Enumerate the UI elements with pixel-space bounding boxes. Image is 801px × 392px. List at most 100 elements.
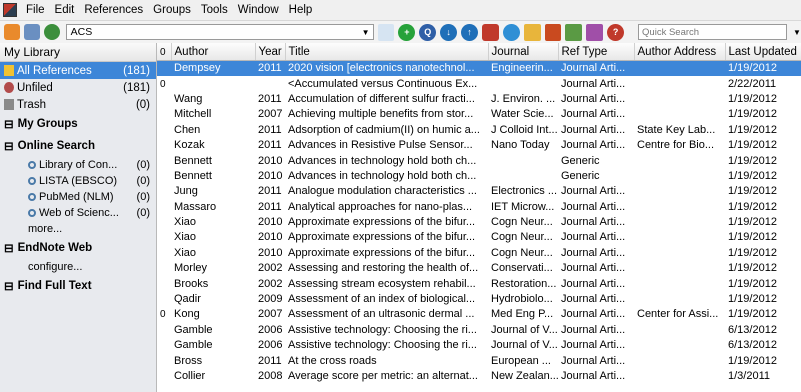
online-search-header[interactable]: ⊟ Online Search xyxy=(0,135,156,157)
table-row[interactable]: 0 <Accumulated versus Continuous Ex... Jou… xyxy=(157,76,801,91)
menu-tools[interactable]: Tools xyxy=(196,4,233,16)
col-year-header[interactable]: Year xyxy=(255,43,286,61)
sidebar-item-all-references[interactable]: All References (181) xyxy=(0,62,156,79)
menu-help[interactable]: Help xyxy=(284,4,318,16)
sync-icon[interactable] xyxy=(481,23,499,41)
online-search-item[interactable]: LISTA (EBSCO) (0) xyxy=(0,173,156,189)
updated-cell: 1/19/2012 xyxy=(728,185,777,198)
journal-cell xyxy=(488,153,558,168)
updated-cell: 1/19/2012 xyxy=(728,92,777,105)
online-search-icon[interactable]: Q xyxy=(419,23,437,41)
attachment-cell: 0 xyxy=(160,309,166,321)
menu-edit[interactable]: Edit xyxy=(50,4,80,16)
library-style-select[interactable]: ACS ▼ xyxy=(65,24,374,40)
table-row[interactable]: Brooks 2002 Assessing stream ecosystem reh… xyxy=(157,276,801,291)
menu-file[interactable]: File xyxy=(21,4,50,16)
find-full-text-icon[interactable]: ↓ xyxy=(440,23,458,41)
menu-groups[interactable]: Groups xyxy=(148,4,196,16)
endnote-app-icon[interactable] xyxy=(3,3,17,17)
updated-cell: 1/19/2012 xyxy=(728,169,777,182)
table-row[interactable]: Bennett 2010 Advances in technology hold b… xyxy=(157,169,801,184)
copy-to-library-icon[interactable] xyxy=(377,23,395,41)
table-row[interactable]: Qadir 2009 Assessment of an index of biolo… xyxy=(157,292,801,307)
table-row[interactable]: Gamble 2006 Assistive technology: Choosing… xyxy=(157,338,801,353)
year-cell: 2011 xyxy=(258,123,282,136)
menu-window[interactable]: Window xyxy=(233,4,284,16)
new-reference-icon[interactable]: + xyxy=(398,23,416,41)
author-cell: Bennett xyxy=(174,169,212,182)
table-row[interactable]: Gamble 2006 Assistive technology: Choosing… xyxy=(157,323,801,338)
year-cell: 2007 xyxy=(258,308,283,321)
format-paper-icon[interactable] xyxy=(586,23,604,41)
journal-cell: IET Microw... xyxy=(491,200,555,213)
online-search-more-link[interactable]: more... xyxy=(0,221,156,237)
endnote-web-header[interactable]: ⊟ EndNote Web xyxy=(0,237,156,259)
table-row[interactable]: Kozak 2011 Advances in Resistive Pulse Sen… xyxy=(157,138,801,153)
table-row[interactable]: Bennett 2010 Advances in technology hold b… xyxy=(157,153,801,168)
table-row[interactable]: Bross 2011 At the cross roads European ... J… xyxy=(157,353,801,368)
open-folder-icon[interactable] xyxy=(523,23,541,41)
local-library-mode-icon[interactable] xyxy=(23,24,40,40)
table-row[interactable]: Mitchell 2007 Achieving multiple benefits … xyxy=(157,107,801,122)
online-search-mode-icon[interactable] xyxy=(4,24,20,40)
attachment-cell xyxy=(157,200,171,215)
author-cell: Gamble xyxy=(174,323,213,336)
col-reftype-header[interactable]: Ref Type xyxy=(558,43,635,61)
online-search-item[interactable]: PubMed (NLM) (0) xyxy=(0,189,156,205)
col-title-header[interactable]: Title xyxy=(285,43,489,61)
table-row[interactable]: Xiao 2010 Approximate expressions of the b… xyxy=(157,230,801,245)
online-search-item[interactable]: Web of Scienc... (0) xyxy=(0,205,156,221)
author-cell: Brooks xyxy=(174,277,209,290)
sidebar-item-unfiled[interactable]: Unfiled (181) xyxy=(0,79,156,96)
open-link-icon[interactable]: ↑ xyxy=(461,23,478,41)
globe-icon[interactable] xyxy=(502,23,520,41)
table-row[interactable]: Wang 2011 Accumulation of different sulfur… xyxy=(157,92,801,107)
col-address-header[interactable]: Author Address xyxy=(634,43,726,61)
find-full-text-header[interactable]: ⊟ Find Full Text xyxy=(0,275,156,297)
online-search-item[interactable]: Library of Con... (0) xyxy=(0,157,156,173)
journal-cell xyxy=(488,76,558,91)
collapse-icon[interactable]: ⊟ xyxy=(4,241,14,255)
collapse-icon[interactable]: ⊟ xyxy=(4,139,14,153)
attachment-cell xyxy=(157,230,171,245)
attachment-cell xyxy=(157,261,171,276)
attachment-cell xyxy=(157,60,171,77)
table-row[interactable]: Morley 2002 Assessing and restoring the he… xyxy=(157,261,801,276)
title-cell: 2020 vision [electronics nanotechnol... xyxy=(285,60,488,77)
chevron-down-icon[interactable]: ▼ xyxy=(359,28,373,37)
format-bibliography-icon[interactable] xyxy=(565,23,583,41)
my-groups-header[interactable]: ⊟ My Groups xyxy=(0,113,156,135)
col-journal-header[interactable]: Journal xyxy=(488,43,559,61)
table-row[interactable]: Chen 2011 Adsorption of cadmium(II) on hum… xyxy=(157,123,801,138)
address-cell xyxy=(634,169,725,184)
col-attachment-header[interactable]: 0 xyxy=(157,43,172,61)
year-cell: 2006 xyxy=(258,323,283,336)
sidebar-header[interactable]: My Library xyxy=(0,43,156,62)
table-row[interactable]: Massaro 2011 Analytical approaches for nan… xyxy=(157,200,801,215)
updated-cell: 1/19/2012 xyxy=(728,231,777,244)
endnote-web-configure-link[interactable]: configure... xyxy=(0,259,156,275)
table-row[interactable]: 0 Kong 2007 Assessment of an ultrasonic der… xyxy=(157,307,801,322)
table-row[interactable]: Xiao 2010 Approximate expressions of the b… xyxy=(157,215,801,230)
sidebar-item-label: Trash xyxy=(17,98,46,111)
updated-cell: 1/19/2012 xyxy=(728,108,777,121)
table-row[interactable]: Xiao 2010 Approximate expressions of the b… xyxy=(157,246,801,261)
author-cell: Xiao xyxy=(174,246,197,259)
sidebar-item-trash[interactable]: Trash (0) xyxy=(0,96,156,113)
help-icon[interactable]: ? xyxy=(607,23,625,41)
collapse-icon[interactable]: ⊟ xyxy=(4,117,14,131)
collapse-icon[interactable]: ⊟ xyxy=(4,279,14,293)
table-row[interactable]: Jung 2011 Analogue modulation characterist… xyxy=(157,184,801,199)
table-row[interactable]: Dempsey 2011 2020 vision [electronics nano… xyxy=(157,60,801,77)
year-cell: 2010 xyxy=(258,246,283,259)
table-row[interactable]: Collier 2008 Average score per metric: an … xyxy=(157,369,801,384)
menu-references[interactable]: References xyxy=(79,4,148,16)
chevron-down-icon[interactable]: ▼ xyxy=(793,28,801,37)
col-author-header[interactable]: Author xyxy=(171,43,256,61)
insert-citation-icon[interactable] xyxy=(544,23,562,41)
integrated-mode-icon[interactable] xyxy=(43,24,60,40)
reftype-cell: Journal Arti... xyxy=(561,370,626,382)
journal-cell: J. Environ. ... xyxy=(491,92,556,105)
quick-search-input[interactable]: Quick Search xyxy=(638,24,788,40)
col-updated-header[interactable]: Last Updated xyxy=(725,43,801,61)
